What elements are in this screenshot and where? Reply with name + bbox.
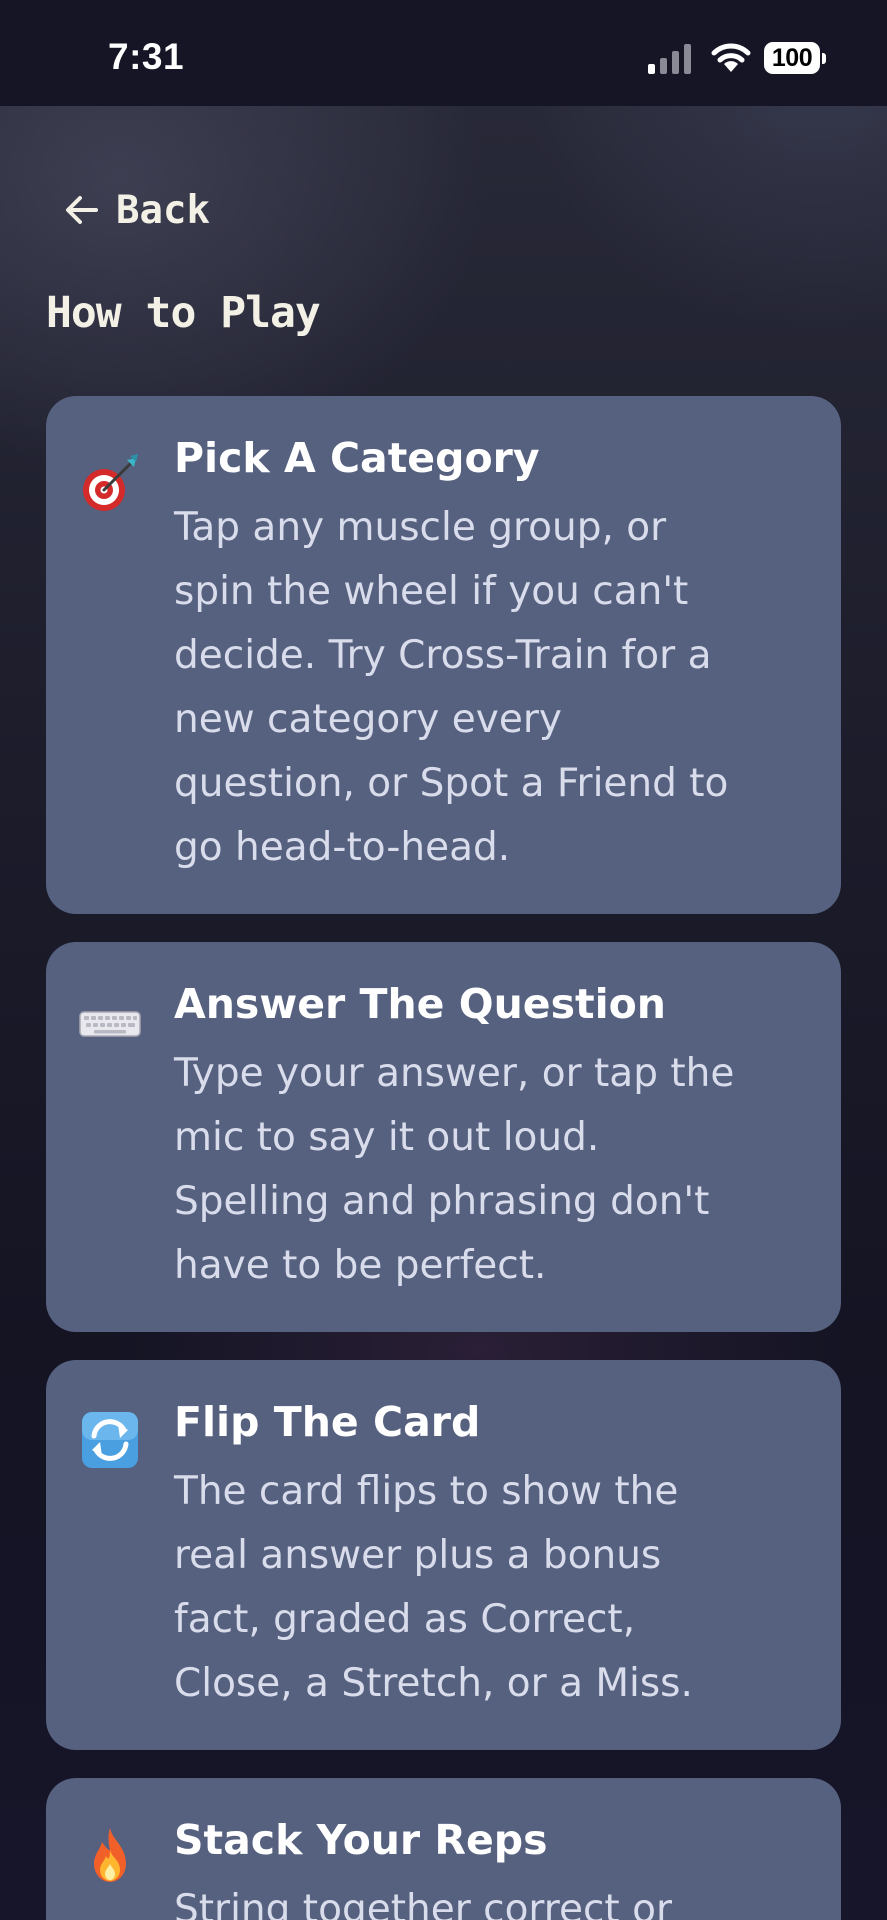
step-card-pick-category: Pick A Category Tap any muscle group, or… xyxy=(46,396,841,914)
back-button[interactable]: Back xyxy=(62,180,210,240)
keyboard-icon xyxy=(79,1011,141,1037)
step-title: Flip The Card xyxy=(174,1398,481,1446)
back-label: Back xyxy=(116,187,210,233)
step-description: The card flips to show the real answer p… xyxy=(174,1469,693,1706)
step-card-answer-question: Answer The Question Type your answer, or… xyxy=(46,942,841,1332)
dart-target-icon xyxy=(83,454,138,511)
signal-icon xyxy=(648,44,691,74)
step-description: Tap any muscle group, or spin the wheel … xyxy=(174,505,729,870)
step-title: Pick A Category xyxy=(174,434,540,482)
battery-tip xyxy=(822,53,826,64)
fire-icon xyxy=(94,1828,126,1882)
step-description: String together correct or xyxy=(174,1887,672,1920)
step-title: Answer The Question xyxy=(174,980,666,1028)
how-to-play-screen: 7:31 100 Back How to Play Pick A Categor… xyxy=(0,0,887,1920)
status-bar: 7:31 100 xyxy=(0,0,887,106)
battery-level: 100 xyxy=(764,42,820,74)
step-card-stack-reps: Stack Your Reps String together correct … xyxy=(46,1778,841,1920)
step-description: Type your answer, or tap the mic to say … xyxy=(174,1051,735,1288)
step-title: Stack Your Reps xyxy=(174,1816,548,1864)
wifi-icon xyxy=(711,43,751,72)
page-title: How to Play xyxy=(46,288,321,338)
arrow-left-icon xyxy=(66,196,98,224)
step-card-flip-card: Flip The Card The card flips to show the… xyxy=(46,1360,841,1750)
flip-arrows-icon xyxy=(82,1412,138,1468)
status-time: 7:31 xyxy=(108,36,185,77)
battery-icon: 100 xyxy=(764,42,826,76)
